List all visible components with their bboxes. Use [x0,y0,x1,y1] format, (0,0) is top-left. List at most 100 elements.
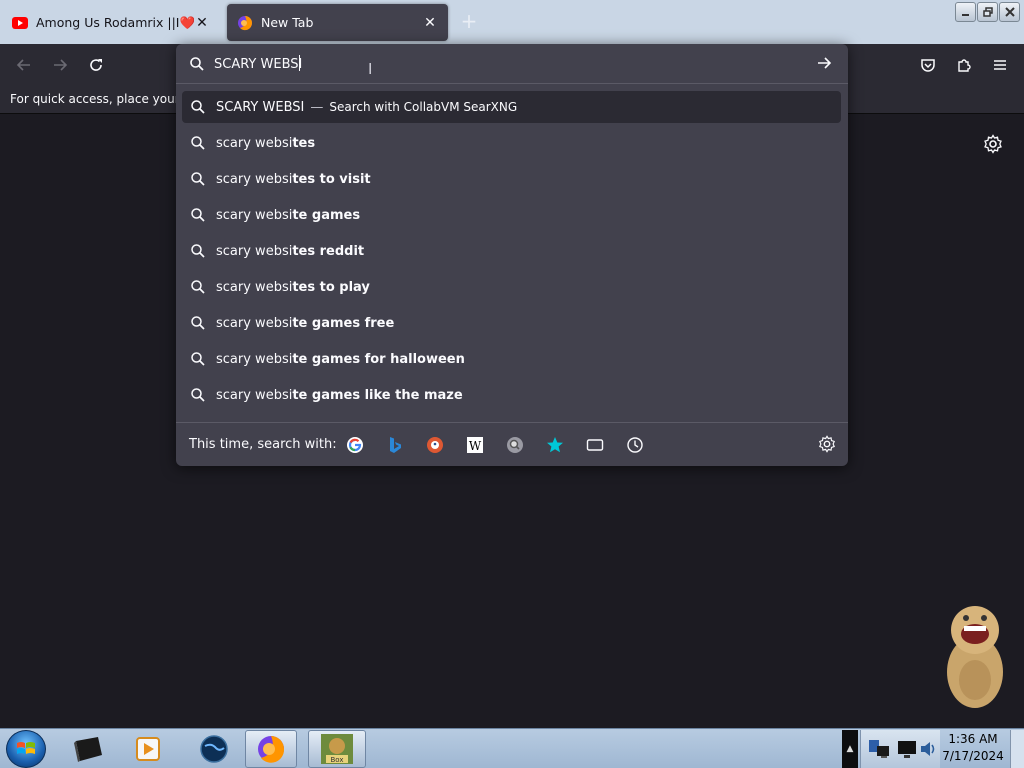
pocket-button[interactable] [914,52,942,78]
tab-youtube[interactable]: Among Us Rodamrix ||I❤️/LOV ✕ [2,4,220,41]
suggestion-typed-text: scary websi [216,135,293,151]
bookmarks-icon[interactable] [545,435,565,455]
history-icon[interactable] [625,435,645,455]
suggestion-completion-text: te games for halloween [292,351,465,367]
taskbar-app-firefox[interactable] [245,730,297,768]
suggestion-text: SCARY WEBSI [216,99,305,115]
suggestion-item[interactable]: scary websi tes reddit [182,235,841,267]
start-button[interactable] [6,730,46,768]
new-tab-button[interactable]: + [458,10,480,32]
suggestion-completion-text: tes reddit [292,243,365,259]
box-game-icon: Box [321,734,353,764]
suggestion-completion-text: te games [292,207,361,223]
close-window-button[interactable] [999,2,1020,22]
google-icon[interactable] [345,435,365,455]
urlbar: I [176,44,848,84]
volume-icon[interactable] [919,739,937,759]
back-button[interactable] [10,52,38,78]
search-icon [190,207,206,223]
taskbar: Box ▲ 1:36 AM 7/17/2024 [0,728,1024,768]
text-caret [299,55,300,71]
taskbar-clock[interactable]: 1:36 AM 7/17/2024 [940,731,1006,767]
puzzle-icon [958,59,971,72]
tabs-icon[interactable] [585,435,605,455]
suggestion-search-with-engine[interactable]: SCARY WEBSI — Search with CollabVM SearX… [182,91,841,123]
suggestion-typed-text: scary websi [216,279,293,295]
go-arrow-icon[interactable] [816,55,832,75]
forward-button[interactable] [46,52,74,78]
menu-button[interactable] [986,52,1014,78]
tab-new-tab[interactable]: New Tab ✕ [227,4,448,41]
suggestion-completion-text: te games like the maze [292,387,463,403]
suggestion-action: Search with CollabVM SearXNG [329,100,518,114]
tab-strip: Among Us Rodamrix ||I❤️/LOV ✕ New Tab ✕ … [0,0,1024,44]
globe-icon [200,735,228,763]
reload-icon [90,59,102,71]
svg-text:W: W [469,439,482,453]
media-player-icon [136,737,160,761]
suggestion-typed-text: scary websi [216,207,293,223]
clock-date: 7/17/2024 [942,749,1004,763]
suggestion-item[interactable]: scary websi te games [182,199,841,231]
suggestion-item[interactable]: scary websi tes to play [182,271,841,303]
taskbar-app-box[interactable]: Box [308,730,366,768]
close-tab-icon[interactable]: ✕ [422,15,438,31]
firefox-icon [258,736,285,763]
close-tab-icon[interactable]: ✕ [194,15,210,31]
desktop-mascot-image [940,600,1010,712]
suggestion-item[interactable]: scary websi tes to visit [182,163,841,195]
suggestion-typed-text: scary websi [216,243,293,259]
search-icon [189,56,205,76]
search-icon [190,351,206,367]
search-icon [190,135,206,151]
new-tab-settings-button[interactable] [983,134,1003,154]
taskbar-app-globe[interactable] [188,730,240,768]
firefox-icon [237,15,253,31]
one-off-label: This time, search with: [189,437,337,452]
network-icon[interactable] [867,738,893,760]
restore-button[interactable] [977,2,998,22]
display-icon[interactable] [897,738,917,760]
reload-button[interactable] [82,52,110,78]
urlbar-dropdown: I SCARY WEBSI — Search with CollabVM Sea… [176,44,848,466]
suggestion-separator: — [310,99,324,115]
bookmarks-hint: For quick access, place your bookmarks h… [10,92,178,106]
minimize-button[interactable] [955,2,976,22]
suggestion-typed-text: scary websi [216,387,293,403]
search-icon [190,243,206,259]
suggestion-typed-text: scary websi [216,171,293,187]
taskbar-app-media-player[interactable] [122,730,174,768]
search-icon [190,279,206,295]
suggestion-completion-text: te games free [292,315,395,331]
arrow-left-icon [16,59,30,71]
searxng-icon[interactable] [505,435,525,455]
hamburger-icon [994,60,1006,70]
windows-logo-icon [17,742,35,754]
arrow-right-icon [54,59,68,71]
suggestion-item[interactable]: scary websi te games free [182,307,841,339]
suggestion-item[interactable]: scary websi te games like the maze [182,379,841,411]
taskbar-app-terminal[interactable] [62,730,114,768]
terminal-icon [74,737,102,762]
urlbar-input[interactable] [214,54,794,74]
show-hidden-icons-button[interactable]: ▲ [842,730,858,768]
wikipedia-icon[interactable]: W [465,435,485,455]
search-icon [190,99,206,115]
bing-icon[interactable] [385,435,405,455]
search-settings-gear-icon[interactable] [818,435,836,457]
duckduckgo-icon[interactable] [425,435,445,455]
ibeam-cursor-icon: I [368,60,373,78]
youtube-icon [12,15,28,31]
one-off-search-bar: This time, search with: W [176,422,848,466]
tab-title: Among Us Rodamrix ||I❤️/LOV [36,14,194,30]
suggestion-typed-text: scary websi [216,315,293,331]
search-icon [190,387,206,403]
extensions-button[interactable] [950,52,978,78]
suggestion-completion-text: tes to play [292,279,370,295]
search-icon [190,315,206,331]
svg-text:Box: Box [330,756,343,764]
suggestion-item[interactable]: scary websi te games for halloween [182,343,841,375]
suggestion-item[interactable]: scary websi tes [182,127,841,159]
tab-title: New Tab [261,15,314,30]
show-desktop-button[interactable] [1010,730,1024,768]
